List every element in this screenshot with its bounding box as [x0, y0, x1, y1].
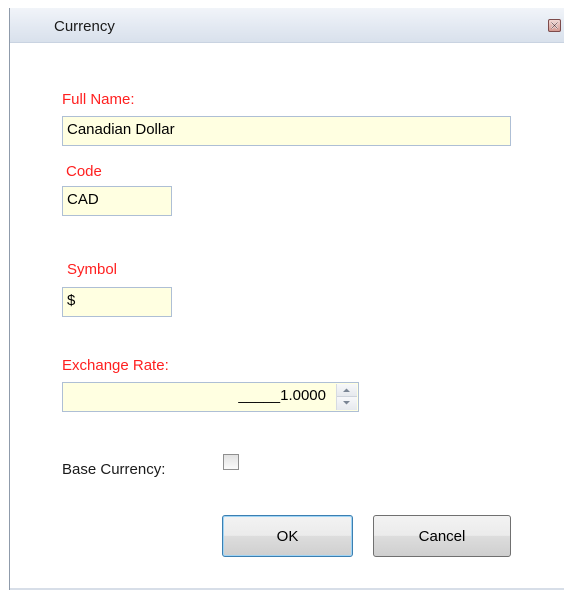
title-bar[interactable]: Currency — [10, 8, 564, 43]
currency-dialog: Currency Full Name: Canadian Dollar Code… — [9, 8, 564, 590]
exchange-rate-stepper[interactable]: _____1.0000 — [62, 382, 359, 412]
base-currency-label: Base Currency: — [62, 461, 166, 478]
chevron-up-icon — [343, 388, 350, 392]
close-button[interactable] — [548, 19, 561, 32]
spin-buttons — [336, 384, 357, 410]
chevron-down-icon — [343, 401, 350, 405]
spin-down-button[interactable] — [337, 397, 357, 410]
symbol-label: Symbol — [67, 261, 118, 278]
ok-button[interactable]: OK — [222, 515, 353, 557]
full-name-field[interactable]: Canadian Dollar — [62, 116, 511, 146]
base-currency-checkbox[interactable] — [223, 454, 239, 470]
exchange-rate-label: Exchange Rate: — [62, 357, 169, 374]
close-icon — [550, 21, 559, 30]
cancel-button[interactable]: Cancel — [373, 515, 511, 557]
spin-up-button[interactable] — [337, 384, 357, 397]
symbol-field[interactable]: $ — [62, 287, 172, 317]
code-label: Code — [66, 163, 102, 180]
full-name-label: Full Name: — [62, 91, 135, 108]
exchange-rate-value: _____1.0000 — [238, 387, 326, 404]
code-field[interactable]: CAD — [62, 186, 172, 216]
dialog-title: Currency — [54, 18, 115, 35]
